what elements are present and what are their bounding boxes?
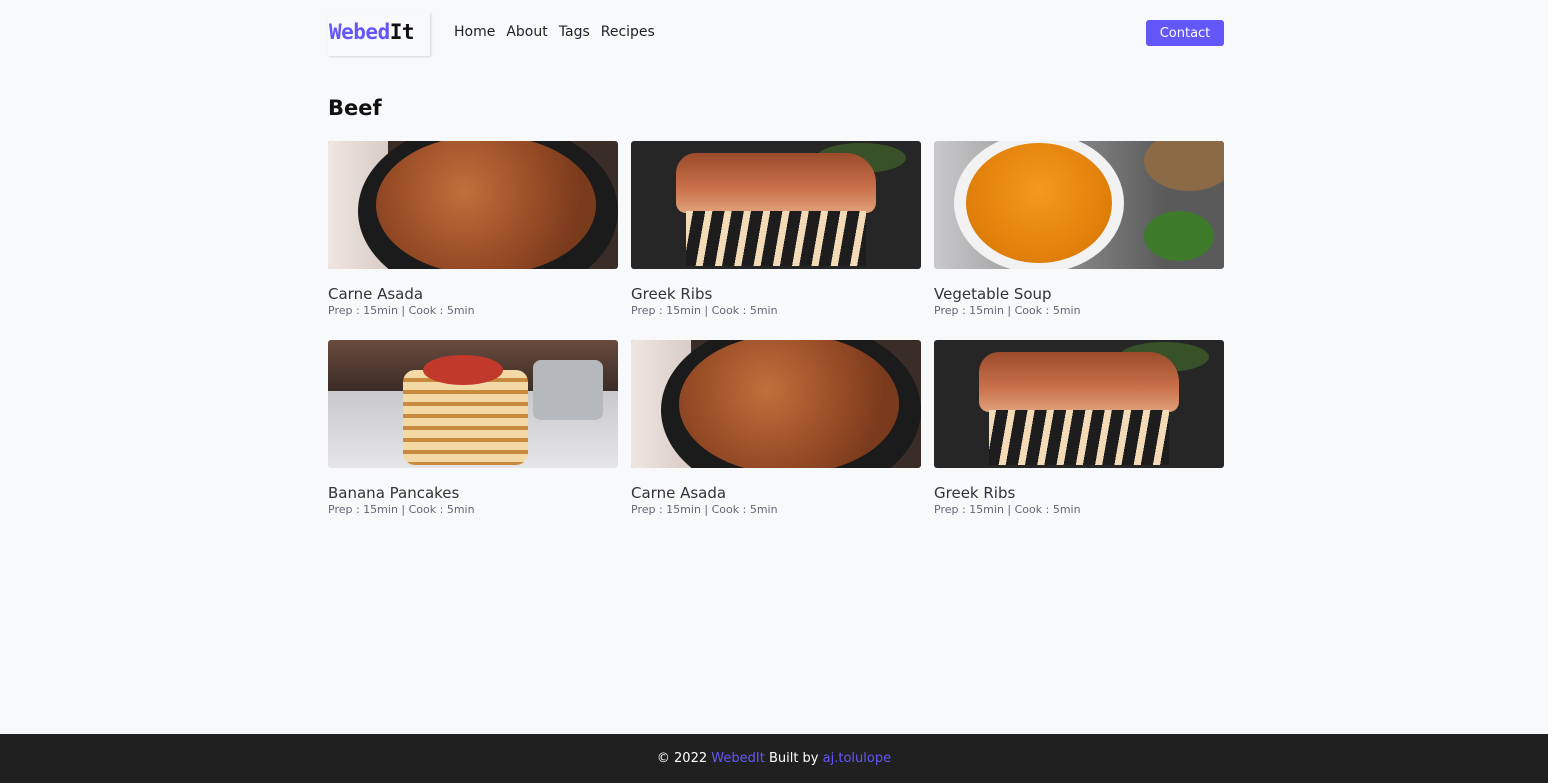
- recipe-meta: Prep : 15min | Cook : 5min: [328, 503, 475, 516]
- recipe-card[interactable]: Greek Ribs Prep : 15min | Cook : 5min: [631, 141, 921, 318]
- recipe-title[interactable]: Carne Asada: [328, 285, 618, 303]
- nav-link-recipes[interactable]: Recipes: [601, 24, 655, 40]
- recipe-title[interactable]: Carne Asada: [631, 484, 921, 502]
- recipe-image[interactable]: [934, 340, 1224, 468]
- nav-link-home[interactable]: Home: [454, 24, 495, 40]
- recipe-meta: Prep : 15min | Cook : 5min: [631, 503, 778, 516]
- logo-rest: It: [389, 20, 415, 44]
- page-title: Beef: [328, 96, 382, 120]
- recipe-title[interactable]: Vegetable Soup: [934, 285, 1224, 303]
- recipe-meta: Prep : 15min | Cook : 5min: [934, 304, 1081, 317]
- nav-link-about[interactable]: About: [506, 24, 547, 40]
- recipe-card[interactable]: Carne Asada Prep : 15min | Cook : 5min: [328, 141, 618, 318]
- logo[interactable]: WebedIt: [328, 12, 430, 56]
- logo-accent: Webed: [329, 20, 390, 44]
- contact-button[interactable]: Contact: [1146, 20, 1224, 46]
- site-header: WebedIt Home About Tags Recipes Contact: [328, 12, 1224, 56]
- recipe-title[interactable]: Greek Ribs: [934, 484, 1224, 502]
- recipe-card[interactable]: Carne Asada Prep : 15min | Cook : 5min: [631, 340, 921, 517]
- footer-built-by: Built by: [768, 751, 819, 766]
- footer-author-link[interactable]: aj.tolulope: [823, 751, 891, 766]
- recipe-meta: Prep : 15min | Cook : 5min: [934, 503, 1081, 516]
- nav-link-tags[interactable]: Tags: [559, 24, 590, 40]
- recipe-grid: Carne Asada Prep : 15min | Cook : 5min G…: [328, 141, 1224, 517]
- recipe-title[interactable]: Banana Pancakes: [328, 484, 618, 502]
- recipe-card[interactable]: Vegetable Soup Prep : 15min | Cook : 5mi…: [934, 141, 1224, 318]
- recipe-meta: Prep : 15min | Cook : 5min: [631, 304, 778, 317]
- recipe-image[interactable]: [631, 340, 921, 468]
- recipe-image[interactable]: [631, 141, 921, 269]
- recipe-title[interactable]: Greek Ribs: [631, 285, 921, 303]
- recipe-image[interactable]: [934, 141, 1224, 269]
- footer-brand-link[interactable]: WebedIt: [711, 751, 765, 766]
- main-nav: Home About Tags Recipes: [454, 24, 655, 40]
- site-footer: © 2022 WebedIt Built by aj.tolulope: [0, 734, 1548, 783]
- recipe-card[interactable]: Banana Pancakes Prep : 15min | Cook : 5m…: [328, 340, 618, 517]
- recipe-card[interactable]: Greek Ribs Prep : 15min | Cook : 5min: [934, 340, 1224, 517]
- footer-copyright: © 2022: [656, 751, 708, 766]
- recipe-image[interactable]: [328, 340, 618, 468]
- recipe-image[interactable]: [328, 141, 618, 269]
- recipe-meta: Prep : 15min | Cook : 5min: [328, 304, 475, 317]
